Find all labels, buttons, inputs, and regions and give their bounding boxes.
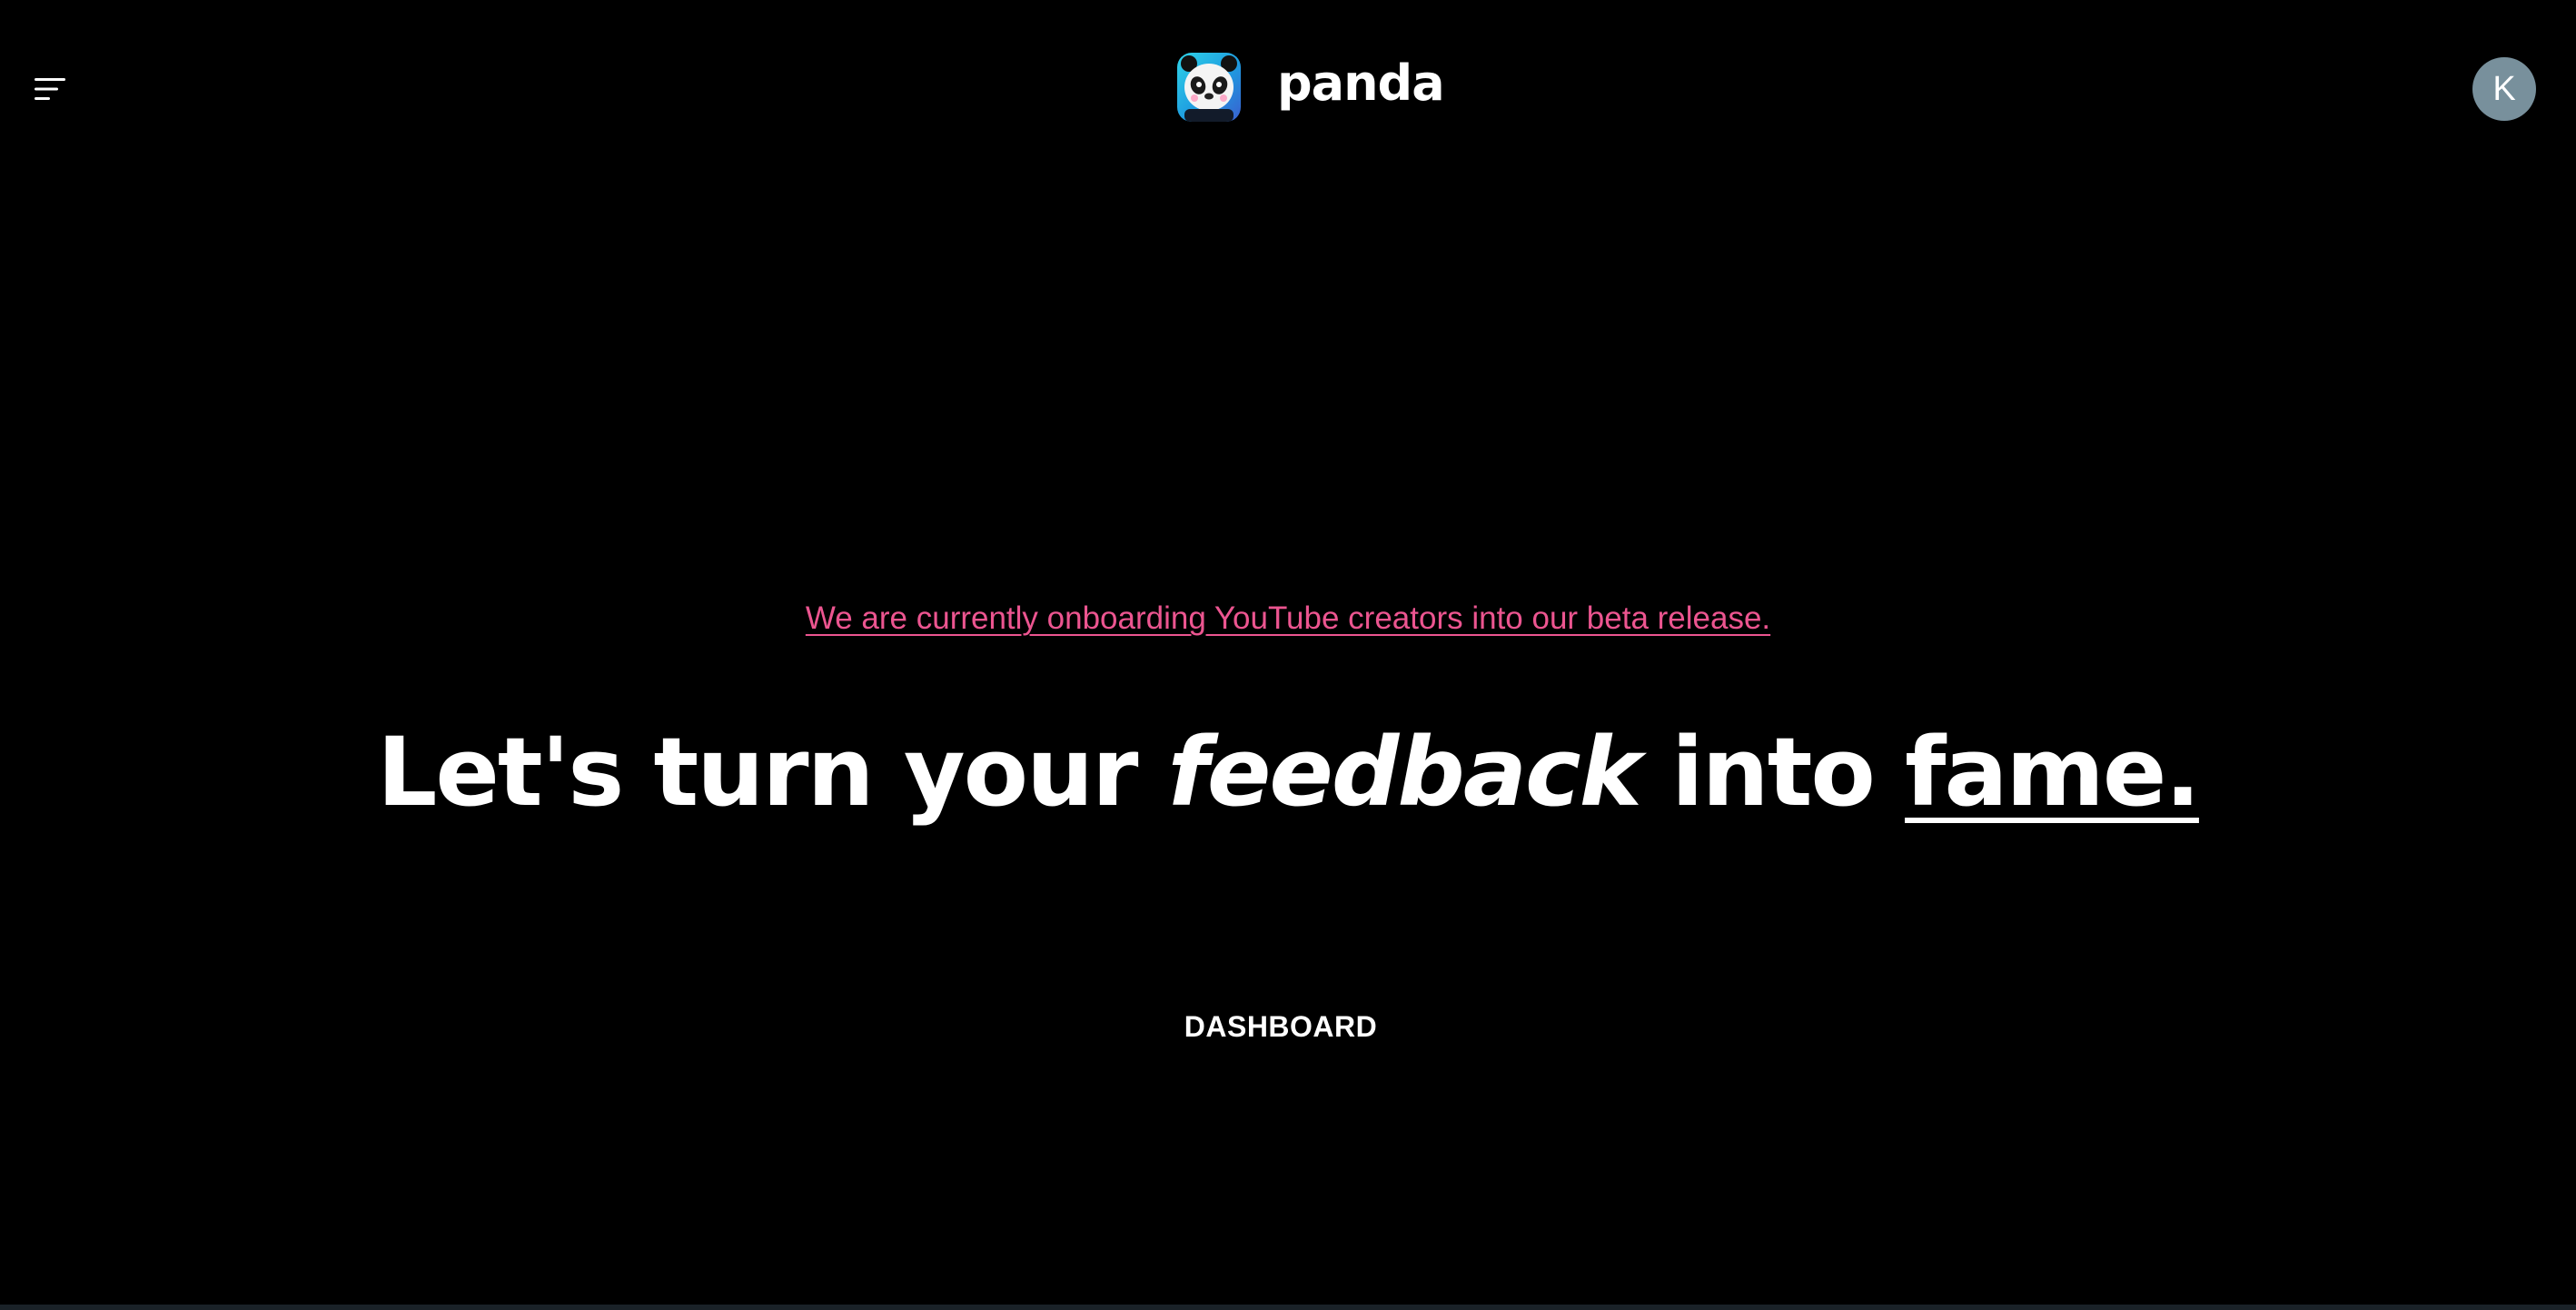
hamburger-menu-icon [35, 78, 65, 100]
avatar-initial: K [2492, 69, 2516, 108]
beta-notice-link[interactable]: We are currently onboarding YouTube crea… [806, 600, 1770, 636]
hero-headline: Let's turn your feedback into fame. [0, 709, 2576, 836]
headline-part-2: into [1640, 717, 1906, 828]
user-avatar[interactable]: K [2472, 57, 2536, 121]
brand[interactable]: panda [1177, 51, 1445, 124]
beta-notice-container: We are currently onboarding YouTube crea… [0, 596, 2576, 641]
brand-name: panda [1277, 55, 1445, 112]
headline-underlined: fame. [1905, 717, 2201, 828]
headline-emphasis: feedback [1167, 717, 1642, 828]
headline-part-1: Let's turn your [377, 717, 1168, 828]
panda-logo-icon [1177, 53, 1241, 122]
menu-button[interactable] [24, 64, 78, 114]
bottom-divider [0, 1305, 2576, 1310]
landing-page: panda K We are currently onboarding YouT… [0, 0, 2576, 1310]
dashboard-button[interactable]: DASHBOARD [1172, 999, 1390, 1054]
